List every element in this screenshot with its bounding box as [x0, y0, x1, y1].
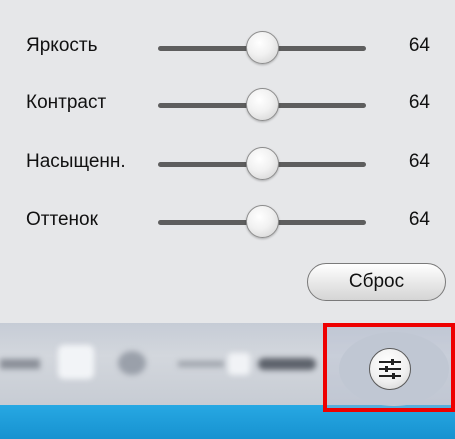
blurred-toolbar-item: [258, 358, 316, 370]
blurred-toolbar-item: [178, 361, 224, 367]
blurred-toolbar-item: [118, 351, 146, 375]
hue-value: 64: [408, 209, 430, 230]
adjust-panel: Яркость 64 Контраст 64 Насыщенн. 64 Отте…: [0, 0, 455, 323]
hue-thumb[interactable]: [246, 205, 279, 238]
saturation-value: 64: [408, 151, 430, 172]
slider-row-contrast: Контраст 64: [0, 84, 455, 124]
contrast-thumb[interactable]: [246, 88, 279, 121]
brightness-value: 64: [408, 35, 430, 56]
brightness-label: Яркость: [26, 35, 98, 56]
blurred-toolbar-item: [228, 353, 250, 375]
brightness-thumb[interactable]: [246, 31, 279, 64]
adjust-settings-button[interactable]: [369, 348, 411, 390]
contrast-value: 64: [408, 92, 430, 113]
hue-label: Оттенок: [26, 209, 98, 230]
image-adjust-popup: Яркость 64 Контраст 64 Насыщенн. 64 Отте…: [0, 0, 455, 439]
slider-row-brightness: Яркость 64: [0, 27, 455, 67]
settings-highlight-box: [323, 323, 455, 412]
slider-row-hue: Оттенок 64: [0, 201, 455, 241]
reset-button[interactable]: Сброс: [307, 263, 446, 301]
contrast-label: Контраст: [26, 92, 107, 113]
saturation-thumb[interactable]: [246, 147, 279, 180]
blurred-toolbar-item: [0, 359, 40, 369]
saturation-label: Насыщенн.: [26, 151, 126, 172]
slider-row-saturation: Насыщенн. 64: [0, 143, 455, 183]
blurred-toolbar-item: [58, 345, 94, 379]
